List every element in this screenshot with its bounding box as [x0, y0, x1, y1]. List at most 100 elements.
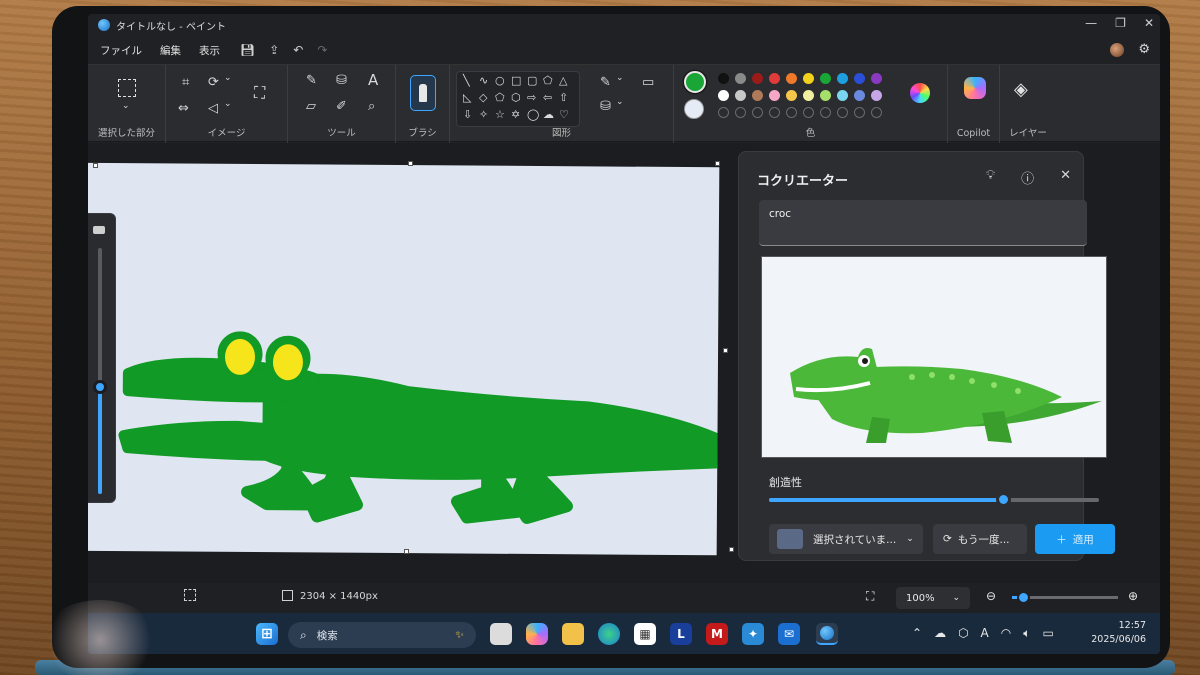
menu-edit[interactable]: 編集 — [160, 43, 181, 58]
custom-color-slot[interactable] — [752, 107, 763, 118]
canvas-resize-handle[interactable] — [715, 161, 720, 166]
start-button-icon[interactable]: ⊞ — [256, 623, 278, 645]
copilot-icon[interactable] — [964, 77, 986, 99]
oval-shape-icon[interactable]: ○ — [495, 74, 505, 87]
four-point-star-shape-icon[interactable]: ✧ — [479, 108, 488, 121]
clock[interactable]: 12:57 2025/06/06 — [1091, 619, 1146, 647]
redo-icon[interactable]: ↷ — [317, 43, 327, 57]
curve-shape-icon[interactable]: ∿ — [479, 74, 488, 87]
color-swatch[interactable] — [803, 90, 814, 101]
crop-icon[interactable]: ⌗ — [182, 75, 189, 90]
select-image-button[interactable]: 選択されていま... ⌄ — [769, 524, 923, 554]
custom-color-slot[interactable] — [803, 107, 814, 118]
file-explorer-icon[interactable] — [562, 623, 584, 645]
minimize-button[interactable]: — — [1085, 16, 1097, 30]
canvas-resize-handle[interactable] — [408, 161, 413, 166]
color-swatch[interactable] — [820, 90, 831, 101]
apply-button[interactable]: ＋ 適用 — [1035, 524, 1115, 554]
zoom-thumb[interactable] — [1017, 591, 1030, 604]
canvas-resize-handle[interactable] — [93, 163, 98, 168]
text-tool-icon[interactable]: A — [368, 71, 378, 89]
drawing-canvas[interactable] — [88, 162, 725, 556]
copilot-taskbar-icon[interactable] — [526, 623, 548, 645]
outline-icon[interactable]: ✎ — [600, 75, 611, 90]
share-icon[interactable]: ⇪ — [269, 43, 279, 57]
color-swatch[interactable] — [786, 90, 797, 101]
rectangle-shape-icon[interactable]: □ — [511, 74, 521, 87]
account-avatar[interactable] — [1110, 42, 1125, 57]
generated-image[interactable] — [761, 256, 1107, 458]
volume-icon[interactable]: 🔈︎ — [1023, 626, 1030, 641]
color-swatch[interactable] — [735, 90, 746, 101]
save-icon[interactable]: 💾︎ — [240, 43, 255, 57]
color-swatch[interactable] — [718, 90, 729, 101]
diamond-shape-icon[interactable]: ◇ — [479, 91, 487, 104]
color-swatch[interactable] — [854, 73, 865, 84]
custom-color-slot[interactable] — [837, 107, 848, 118]
l-app-icon[interactable]: L — [670, 623, 692, 645]
up-arrow-shape-icon[interactable]: ⇧ — [559, 91, 568, 104]
color-swatch[interactable] — [769, 73, 780, 84]
prompt-input[interactable]: croc — [759, 200, 1087, 246]
background-removal-icon[interactable]: ⛶ — [254, 83, 265, 103]
lightbulb-icon[interactable]: 💡︎ — [986, 168, 995, 187]
color-swatch[interactable] — [803, 73, 814, 84]
selection-rectangle-icon[interactable] — [118, 79, 136, 97]
menu-view[interactable]: 表示 — [199, 43, 220, 58]
secondary-color-button[interactable] — [684, 99, 704, 119]
custom-color-slot[interactable] — [871, 107, 882, 118]
primary-color-button[interactable] — [684, 71, 706, 93]
flip-icon[interactable]: ◁ — [208, 101, 218, 116]
canvas-resize-handle[interactable] — [404, 549, 409, 554]
canvas-resize-handle[interactable] — [723, 348, 728, 353]
five-point-star-shape-icon[interactable]: ☆ — [495, 108, 505, 121]
fill-chevron-icon[interactable]: ⌄ — [616, 97, 624, 107]
callout-shape-icon[interactable]: ◯ — [527, 108, 539, 121]
color-swatch[interactable] — [786, 73, 797, 84]
cloud-icon[interactable]: ☁ — [934, 626, 946, 641]
zoom-dropdown[interactable]: 100% ⌄ — [896, 587, 970, 609]
down-arrow-shape-icon[interactable]: ⇩ — [463, 108, 472, 121]
custom-color-slot[interactable] — [735, 107, 746, 118]
color-swatch[interactable] — [871, 73, 882, 84]
right-arrow-shape-icon[interactable]: ⇨ — [527, 91, 536, 104]
outlook-icon[interactable]: ✉ — [778, 623, 800, 645]
custom-color-slot[interactable] — [769, 107, 780, 118]
right-triangle-shape-icon[interactable]: ◺ — [463, 91, 471, 104]
maximize-button[interactable]: ❐ — [1115, 16, 1126, 30]
color-swatch[interactable] — [837, 73, 848, 84]
callout-oval-shape-icon[interactable]: ☁ — [543, 108, 554, 121]
undo-icon[interactable]: ↶ — [293, 43, 303, 57]
pencil-icon[interactable]: ✎ — [306, 73, 317, 88]
magnifier-icon[interactable]: ⌕ — [368, 99, 375, 114]
flip-chevron-icon[interactable]: ⌄ — [224, 99, 232, 109]
microsoft-store-icon[interactable]: ▦ — [634, 623, 656, 645]
triangle-shape-icon[interactable]: △ — [559, 74, 567, 87]
line-shape-icon[interactable]: ╲ — [463, 74, 470, 87]
taskbar-search[interactable]: ⌕ 検索 ✨︎ — [288, 622, 476, 648]
input-indicator[interactable]: A — [981, 626, 989, 641]
left-arrow-shape-icon[interactable]: ⇦ — [543, 91, 552, 104]
color-swatch[interactable] — [769, 90, 780, 101]
six-point-star-shape-icon[interactable]: ✡ — [511, 108, 520, 121]
chevron-up-icon[interactable]: ⌃ — [912, 626, 922, 641]
settings-gear-icon[interactable]: ⚙ — [1138, 42, 1150, 57]
rotate-chevron-icon[interactable]: ⌄ — [224, 73, 232, 83]
color-swatch[interactable] — [735, 73, 746, 84]
paint-taskbar-icon[interactable] — [816, 623, 838, 645]
rotate-icon[interactable]: ⟳ — [208, 75, 219, 90]
close-window-button[interactable]: ✕ — [1144, 16, 1154, 30]
hexagon-shape-icon[interactable]: ⬡ — [511, 91, 521, 104]
eraser-icon[interactable]: ▱ — [306, 99, 316, 114]
edit-colors-icon[interactable] — [910, 83, 930, 103]
close-icon[interactable]: ✕ — [1060, 168, 1071, 187]
selection-chevron-icon[interactable]: ⌄ — [122, 101, 130, 111]
color-swatch[interactable] — [837, 90, 848, 101]
outline-chevron-icon[interactable]: ⌄ — [616, 73, 624, 83]
battery-icon[interactable]: ▭ — [1042, 626, 1053, 641]
canvas-resize-handle[interactable] — [729, 547, 734, 552]
color-swatch[interactable] — [718, 73, 729, 84]
menu-file[interactable]: ファイル — [100, 43, 142, 58]
zoom-in-icon[interactable]: ⊕ — [1128, 589, 1138, 603]
color-swatch[interactable] — [854, 90, 865, 101]
